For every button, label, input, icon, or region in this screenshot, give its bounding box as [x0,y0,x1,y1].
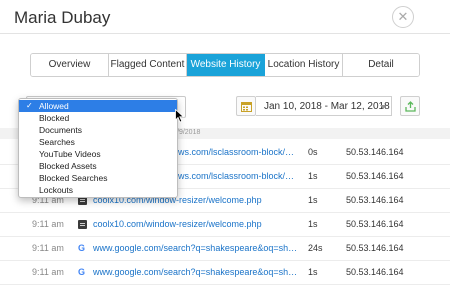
row-duration: 1s [308,171,318,181]
row-time: 9:11 am [32,243,64,253]
table-row[interactable]: 9:11 am G www.google.com/search?q=shakes… [0,261,450,285]
document-icon [78,220,87,229]
row-ip: 50.53.146.164 [346,219,404,229]
row-duration: 24s [308,243,323,253]
dropdown-option-searches[interactable]: Searches [19,136,177,148]
date-range-picker[interactable]: Jan 10, 2018 - Mar 12, 2018 [256,96,392,116]
tab-website-history[interactable]: Website History [187,54,265,76]
row-duration: 1s [308,195,318,205]
chevron-down-icon [380,105,386,109]
row-duration: 1s [308,219,318,229]
table-row[interactable]: 9:11 am G www.google.com/search?q=shakes… [0,237,450,261]
dropdown-option-blocked-assets[interactable]: Blocked Assets [19,160,177,172]
row-url-link[interactable]: ws.com/lsclassroom-block/cl... [178,147,298,157]
export-icon [405,101,416,112]
row-time: 9:11 am [32,219,64,229]
google-icon: G [78,267,86,277]
dropdown-option-label: Allowed [39,101,69,111]
tab-bar: Overview Flagged Content Website History… [30,53,420,77]
row-time: 9:11 am [32,267,64,277]
tab-overview[interactable]: Overview [31,54,109,76]
calendar-button[interactable] [236,96,256,116]
row-ip: 50.53.146.164 [346,147,404,157]
dropdown-option-blocked-searches[interactable]: Blocked Searches [19,172,177,184]
tab-location-history[interactable]: Location History [265,54,343,76]
row-url-link[interactable]: ws.com/lsclassroom-block/cl... [178,171,298,181]
mouse-cursor-icon [175,109,185,123]
checkmark-icon: ✓ [26,101,33,110]
dropdown-option-blocked[interactable]: Blocked [19,112,177,124]
dropdown-option-allowed[interactable]: ✓ Allowed [19,100,177,112]
row-url-link[interactable]: www.google.com/search?q=shakespeare&oq=s… [93,243,298,253]
date-range-value: Jan 10, 2018 - Mar 12, 2018 [264,101,390,112]
row-duration: 0s [308,147,318,157]
close-button[interactable]: ✕ [392,6,414,28]
modal-header: Maria Dubay ✕ [0,0,450,34]
table-row[interactable]: 9:11 am coolx10.com/window-resizer/welco… [0,213,450,237]
tab-detail[interactable]: Detail [343,54,419,76]
page-title: Maria Dubay [14,8,111,27]
dropdown-option-lockouts[interactable]: Lockouts [19,184,177,196]
row-url-link[interactable]: www.google.com/search?q=shakespeare&oq=s… [93,267,298,277]
row-ip: 50.53.146.164 [346,243,404,253]
calendar-icon [241,102,252,112]
export-button[interactable] [400,96,420,116]
row-url-link[interactable]: coolx10.com/window-resizer/welcome.php [93,219,298,229]
tab-flagged-content[interactable]: Flagged Content [109,54,187,76]
close-icon: ✕ [397,9,409,24]
row-ip: 50.53.146.164 [346,267,404,277]
row-ip: 50.53.146.164 [346,171,404,181]
row-ip: 50.53.146.164 [346,195,404,205]
row-duration: 1s [308,267,318,277]
dropdown-option-documents[interactable]: Documents [19,124,177,136]
dropdown-option-youtube-videos[interactable]: YouTube Videos [19,148,177,160]
google-icon: G [78,243,86,253]
date-group-label: /9/2018 [177,129,201,136]
filter-dropdown-menu: ✓ Allowed Blocked Documents Searches You… [18,98,178,198]
